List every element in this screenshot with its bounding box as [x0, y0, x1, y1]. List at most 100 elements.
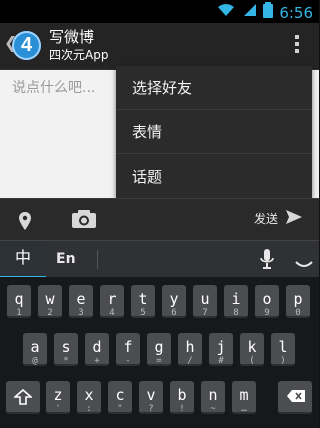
- key-main-label: h: [185, 338, 195, 356]
- keyboard: q 1 w 2 e 3 r 4 t 5 y 6 u 7 i 8 o 9 p 0 a @ s * d + f - g = h / j # k(l) z '…: [0, 277, 319, 428]
- key-secondary-label: …: [241, 404, 247, 414]
- key-c[interactable]: c ": [108, 381, 132, 414]
- key-t[interactable]: t5: [131, 285, 155, 318]
- menu-item-topic[interactable]: 话题: [116, 154, 312, 198]
- english-mode-tab[interactable]: En: [56, 241, 94, 278]
- key-l[interactable]: l): [271, 333, 295, 366]
- send-label: 发送: [253, 212, 278, 226]
- microphone-icon[interactable]: [259, 248, 275, 270]
- key-main-label: z: [53, 386, 63, 404]
- overflow-menu-button[interactable]: [292, 35, 302, 57]
- key-secondary-label: 6: [171, 308, 177, 318]
- key-secondary-label: 8: [233, 308, 239, 318]
- key-main-label: a: [30, 338, 40, 356]
- key-secondary-label: @: [32, 356, 38, 366]
- key-main-label: y: [169, 290, 179, 308]
- key-secondary-label: ~: [210, 404, 216, 414]
- delete-key[interactable]: [278, 381, 312, 414]
- key-secondary-label: :: [86, 404, 92, 414]
- send-icon: [285, 209, 303, 229]
- action-bar: ❮ 4 写微博 四次元App: [0, 23, 319, 70]
- key-secondary-label: 1: [16, 308, 22, 318]
- key-main-label: m: [239, 386, 249, 404]
- app-icon-number: 4: [20, 34, 33, 56]
- menu-item-select-friends[interactable]: 选择好友: [116, 66, 312, 110]
- key-q[interactable]: q1: [7, 285, 31, 318]
- key-main-label: n: [208, 386, 218, 404]
- key-secondary-label: =: [156, 356, 162, 366]
- keyboard-top-bar: 中 En: [0, 240, 319, 278]
- key-secondary-label: +: [94, 356, 100, 366]
- key-m[interactable]: m…: [232, 381, 256, 414]
- key-s[interactable]: s *: [54, 333, 78, 366]
- key-e[interactable]: e3: [69, 285, 93, 318]
- key-o[interactable]: o9: [255, 285, 279, 318]
- key-n[interactable]: n ~: [201, 381, 225, 414]
- key-b[interactable]: b!: [170, 381, 194, 414]
- key-main-label: k: [247, 338, 257, 356]
- location-icon[interactable]: [18, 211, 32, 235]
- key-main-label: v: [146, 386, 156, 404]
- key-g[interactable]: g =: [147, 333, 171, 366]
- overflow-dot-icon: [295, 49, 299, 53]
- key-main-label: u: [200, 290, 210, 308]
- key-y[interactable]: y6: [162, 285, 186, 318]
- menu-item-emoticons[interactable]: 表情: [116, 110, 312, 154]
- overflow-dot-icon: [295, 42, 299, 46]
- key-main-label: b: [177, 386, 187, 404]
- key-main-label: c: [115, 386, 125, 404]
- key-f[interactable]: f-: [116, 333, 140, 366]
- key-secondary-label: (: [249, 356, 255, 366]
- key-secondary-label: ): [280, 356, 286, 366]
- signal-icon: [241, 3, 257, 23]
- key-main-label: s: [61, 338, 71, 356]
- key-secondary-label: ?: [148, 404, 154, 414]
- key-r[interactable]: r4: [100, 285, 124, 318]
- key-x[interactable]: x:: [77, 381, 101, 414]
- key-main-label: f: [123, 338, 133, 356]
- key-secondary-label: /: [187, 356, 193, 366]
- key-main-label: w: [45, 290, 55, 308]
- hide-keyboard-icon[interactable]: [295, 256, 313, 267]
- status-indicators: 6:56: [217, 2, 313, 24]
- key-main-label: r: [107, 290, 117, 308]
- key-main-label: t: [138, 290, 148, 308]
- key-h[interactable]: h /: [178, 333, 202, 366]
- overflow-dot-icon: [295, 35, 299, 39]
- key-secondary-label: *: [63, 356, 69, 366]
- key-main-label: x: [84, 386, 94, 404]
- key-secondary-label: 7: [202, 308, 208, 318]
- key-main-label: j: [216, 338, 226, 356]
- key-main-label: q: [14, 290, 24, 308]
- key-main-label: l: [278, 338, 288, 356]
- key-d[interactable]: d +: [85, 333, 109, 366]
- status-bar: 6:56: [0, 0, 319, 23]
- page-subtitle: 四次元App: [49, 48, 109, 62]
- key-j[interactable]: j #: [209, 333, 233, 366]
- key-p[interactable]: p0: [286, 285, 310, 318]
- key-u[interactable]: u7: [193, 285, 217, 318]
- page-title: 写微博: [49, 28, 95, 46]
- send-button[interactable]: 发送: [254, 209, 303, 229]
- key-secondary-label: #: [218, 356, 224, 366]
- key-a[interactable]: a @: [23, 333, 47, 366]
- key-k[interactable]: k(: [240, 333, 264, 366]
- key-main-label: g: [154, 338, 164, 356]
- camera-icon[interactable]: [71, 209, 97, 233]
- key-main-label: d: [92, 338, 102, 356]
- key-secondary-label: ': [55, 404, 61, 414]
- key-i[interactable]: i8: [224, 285, 248, 318]
- key-v[interactable]: v?: [139, 381, 163, 414]
- clock-time: 6:56: [279, 3, 313, 22]
- key-z[interactable]: z ': [46, 381, 70, 414]
- key-w[interactable]: w2: [38, 285, 62, 318]
- key-main-label: o: [262, 290, 272, 308]
- key-main-label: i: [231, 290, 241, 308]
- shift-key[interactable]: [6, 381, 40, 414]
- keyboard-divider: [97, 250, 98, 269]
- compose-placeholder: 说点什么吧...: [12, 80, 96, 96]
- battery-icon: [263, 2, 274, 24]
- key-secondary-label: 9: [264, 308, 270, 318]
- app-icon[interactable]: 4: [12, 31, 41, 60]
- chinese-mode-tab[interactable]: 中: [0, 241, 46, 278]
